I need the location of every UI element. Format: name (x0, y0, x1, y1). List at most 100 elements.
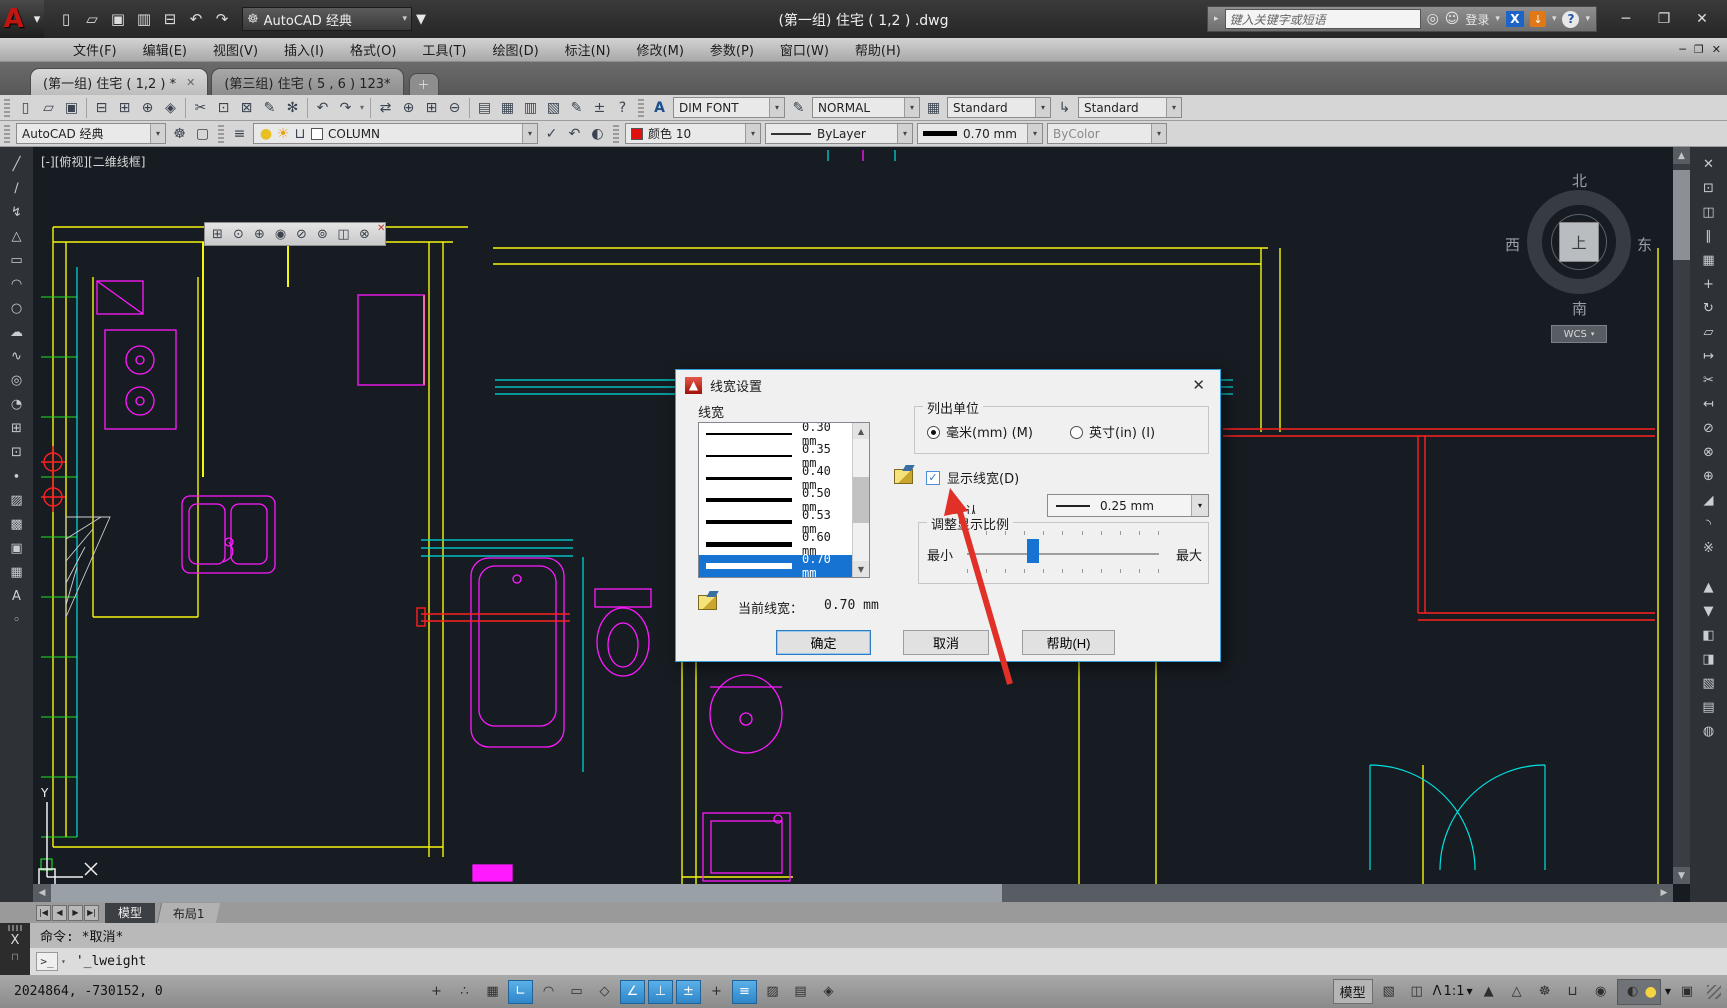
compass-east[interactable]: 东 (1637, 234, 1652, 255)
layer-states-icon[interactable]: ◐ (586, 123, 609, 145)
match-properties-icon[interactable]: ✎ (258, 97, 281, 119)
undo-icon[interactable]: ↶ (184, 7, 208, 31)
properties-palette-icon[interactable]: ▤ (473, 97, 496, 119)
text-style-icon[interactable]: A (648, 97, 671, 119)
slider-handle[interactable] (1027, 539, 1039, 563)
redo-icon[interactable]: ↷ (334, 97, 357, 119)
compass-west[interactable]: 西 (1505, 234, 1520, 255)
chevron-down-icon[interactable]: ▼ (1665, 987, 1671, 996)
pan-icon[interactable]: ⇄ (374, 97, 397, 119)
polar-tracking-toggle[interactable]: ◠ (536, 980, 561, 1004)
join-icon[interactable]: ⊕ (1697, 465, 1721, 488)
menu-item-4[interactable]: 插入(I) (271, 38, 337, 62)
chevron-down-icon[interactable]: ▾ (357, 97, 367, 119)
chevron-down-icon[interactable]: ▾ (1585, 14, 1590, 24)
scroll-right-icon[interactable]: ▶ (1655, 884, 1673, 902)
open-file-icon[interactable]: ▱ (37, 97, 60, 119)
menu-item-10[interactable]: 参数(P) (697, 38, 767, 62)
sheet-set-icon[interactable]: ▧ (542, 97, 565, 119)
close-button[interactable]: ✕ (1712, 43, 1721, 56)
save-icon[interactable]: ▣ (106, 7, 130, 31)
first-tab-icon[interactable]: |◀ (36, 905, 51, 921)
multileader-style-icon[interactable]: ↳ (1053, 97, 1076, 119)
default-lineweight-combo[interactable]: 0.25 mm ▾ (1047, 494, 1209, 517)
dynamic-ucs-toggle[interactable]: ⊥ (648, 980, 673, 1004)
grid-dots-toggle[interactable]: ∴ (452, 980, 477, 1004)
text-style-combo[interactable]: DIM FONT▾ (673, 97, 785, 118)
polyline-icon[interactable]: ↯ (5, 201, 29, 224)
break-at-point-icon[interactable]: ⊘ (1697, 417, 1721, 440)
help-button[interactable]: 帮助(H) (1022, 630, 1115, 655)
point-icon[interactable]: ∙ (5, 465, 29, 488)
mirror-icon[interactable]: ◫ (1697, 201, 1721, 224)
anchor-icon[interactable]: ⊓ (11, 952, 19, 963)
menu-item-1[interactable]: 文件(F) (60, 38, 130, 62)
close-icon[interactable]: X (11, 933, 20, 948)
zoom-previous-icon[interactable]: ⊖ (443, 97, 466, 119)
lineweight-list[interactable]: 0.30 mm0.35 mm0.40 mm0.50 mm0.53 mm0.60 … (698, 422, 870, 578)
table-style-combo[interactable]: Standard▾ (947, 97, 1051, 118)
extend-icon[interactable]: ↤ (1697, 393, 1721, 416)
prev-tab-icon[interactable]: ◀ (52, 905, 67, 921)
lineweight-option[interactable]: 0.70 mm (699, 555, 852, 577)
ortho-toggle[interactable]: ∟ (508, 980, 533, 1004)
save-icon[interactable]: ▣ (60, 97, 83, 119)
scroll-down-icon[interactable]: ▼ (1673, 867, 1690, 884)
menu-item-7[interactable]: 绘图(D) (480, 38, 552, 62)
rectangle-icon[interactable]: ▭ (5, 249, 29, 272)
workspace-settings-icon[interactable]: ▢ (191, 123, 214, 145)
save-as-icon[interactable]: ▥ (132, 7, 156, 31)
vertical-scrollbar[interactable]: ▲ ▼ (1673, 147, 1690, 884)
workspace-gear-icon[interactable]: ☸ (1533, 980, 1557, 1004)
scroll-up-icon[interactable]: ▲ (1673, 147, 1690, 164)
workspace-switcher[interactable]: ☸ AutoCAD 经典 ▾ (242, 7, 412, 31)
layout-quick-view-icon[interactable]: ▧ (1377, 980, 1401, 1004)
layer-unlock-icon[interactable]: ⊔ (293, 123, 307, 145)
lightbulb-icon[interactable]: ● (1645, 984, 1657, 1000)
coordinate-display[interactable]: 2024864, -730152, 0 (14, 984, 254, 999)
wcs-selector[interactable]: WCS▾ (1551, 325, 1607, 343)
break-icon[interactable]: ⊗ (1697, 441, 1721, 464)
restore-button[interactable]: ❐ (1694, 43, 1704, 56)
rotate-icon[interactable]: ↻ (1697, 297, 1721, 320)
line-icon[interactable]: ╱ (5, 153, 29, 176)
unlock-icon[interactable]: ⊔ (1561, 980, 1585, 1004)
point-style-icon[interactable]: ◦ (5, 609, 29, 632)
menu-item-9[interactable]: 修改(M) (624, 38, 697, 62)
copy-clip-icon[interactable]: ⊡ (212, 97, 235, 119)
ungroup-icon[interactable]: ▤ (1697, 696, 1721, 719)
ellipse-arc-icon[interactable]: ◔ (5, 393, 29, 416)
drag-handle[interactable] (8, 925, 22, 931)
cancel-button[interactable]: 取消 (903, 630, 989, 655)
osnap-temp-track-icon[interactable]: ⊞ (207, 224, 228, 244)
close-icon[interactable]: ✕ (377, 223, 385, 234)
draworder-front-icon[interactable]: ▲ (1697, 576, 1721, 599)
close-icon[interactable]: ✕ (186, 76, 195, 89)
new-file-icon[interactable]: ▯ (14, 97, 37, 119)
osnap-mid-between-icon[interactable]: ⊕ (249, 224, 270, 244)
ellipse-icon[interactable]: ◎ (5, 369, 29, 392)
display-lineweight-checkbox[interactable]: ✓ (926, 471, 940, 485)
scroll-left-icon[interactable]: ◀ (33, 884, 51, 902)
sign-in-label[interactable]: 登录 (1465, 11, 1489, 28)
menu-item-8[interactable]: 标注(N) (552, 38, 624, 62)
help-icon[interactable]: ? (1562, 11, 1579, 28)
layer-thaw-sun-icon[interactable]: ☀ (276, 123, 290, 145)
search-binoculars-icon[interactable]: ◎ (1427, 11, 1439, 27)
isolate-objects-icon[interactable]: ◐ (1621, 980, 1645, 1004)
workspace-combo[interactable]: AutoCAD 经典▾ (16, 123, 166, 144)
annotate-icon[interactable]: ◍ (1697, 720, 1721, 743)
group-icon[interactable]: ▧ (1697, 672, 1721, 695)
autodesk360-icon[interactable]: X (1506, 11, 1524, 27)
redo-icon[interactable]: ↷ (210, 7, 234, 31)
menu-item-11[interactable]: 窗口(W) (767, 38, 842, 62)
table-style-icon[interactable]: ▦ (922, 97, 945, 119)
array-icon[interactable]: ▦ (1697, 249, 1721, 272)
scroll-up-icon[interactable]: ▲ (853, 423, 869, 439)
scrollbar-thumb[interactable] (1673, 170, 1690, 260)
tool-palettes-icon[interactable]: ▥ (519, 97, 542, 119)
plot-icon[interactable]: ⊟ (158, 7, 182, 31)
command-input-line[interactable]: >_ ▾ '_lweight (30, 948, 1727, 975)
millimeters-radio[interactable]: 毫米(mm) (M) (927, 422, 1033, 441)
osnap-quadrant-icon[interactable]: ⊘ (291, 224, 312, 244)
